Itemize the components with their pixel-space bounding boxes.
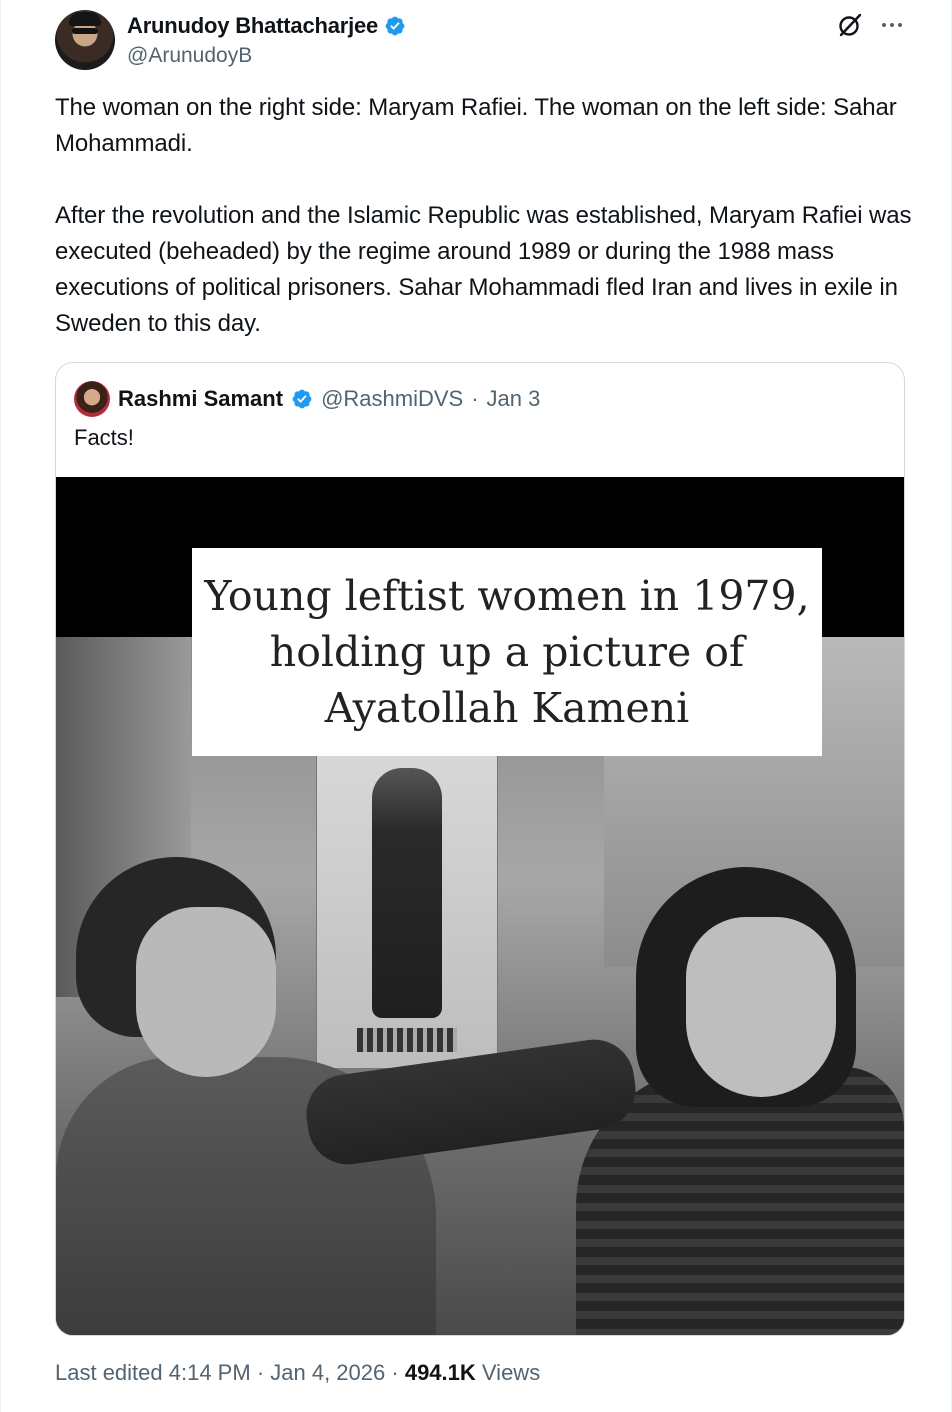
- avatar-glasses: [72, 28, 98, 34]
- quoted-author-display-name[interactable]: Rashmi Samant: [118, 386, 283, 412]
- grok-icon[interactable]: [837, 12, 863, 38]
- author-name-row: Arunudoy Bhattacharjee: [127, 13, 406, 39]
- quoted-author-handle[interactable]: @RashmiDVS: [321, 386, 463, 412]
- tweet-paragraph: The woman on the right side: Maryam Rafi…: [55, 94, 897, 157]
- views-count[interactable]: 494.1K: [405, 1360, 476, 1385]
- figure-face: [686, 917, 836, 1097]
- tweet-top-actions: [837, 12, 905, 38]
- figure-face: [136, 907, 276, 1077]
- media-caption-text: Young leftist women in 1979, holding up …: [204, 572, 810, 732]
- author-avatar[interactable]: [55, 10, 115, 70]
- avatar-hair: [69, 12, 101, 26]
- views-label: Views: [481, 1360, 541, 1385]
- author-handle[interactable]: @ArunudoyB: [127, 44, 252, 68]
- author-display-name[interactable]: Arunudoy Bhattacharjee: [127, 13, 378, 39]
- quoted-tweet-media[interactable]: Young leftist women in 1979, holding up …: [56, 477, 904, 1335]
- tweet-header: Arunudoy Bhattacharjee @ArunudoyB: [55, 10, 905, 72]
- separator-dot: ·: [471, 386, 479, 411]
- quoted-tweet-text: Facts!: [74, 425, 134, 450]
- quoted-author-avatar[interactable]: [74, 381, 110, 417]
- edited-timestamp[interactable]: Last edited 4:14 PM: [55, 1360, 251, 1385]
- verified-badge-icon: [292, 389, 312, 409]
- more-horizontal-icon[interactable]: [879, 12, 905, 38]
- quoted-tweet-date[interactable]: Jan 3: [487, 386, 541, 412]
- quoted-tweet-header: Rashmi Samant @RashmiDVS · Jan 3: [74, 381, 540, 417]
- separator-dot: ·: [391, 1360, 399, 1385]
- tweet-date[interactable]: Jan 4, 2026: [270, 1360, 385, 1385]
- verified-badge-icon: [385, 16, 405, 36]
- tweet-paragraph: After the revolution and the Islamic Rep…: [55, 202, 912, 337]
- tweet-detail: Arunudoy Bhattacharjee @ArunudoyB The wo…: [0, 0, 952, 1412]
- tweet-text: The woman on the right side: Maryam Rafi…: [55, 90, 915, 342]
- separator-dot: ·: [256, 1360, 265, 1385]
- tweet-footer: Last edited 4:14 PM · Jan 4, 2026 · 494.…: [55, 1360, 540, 1386]
- quoted-tweet[interactable]: Rashmi Samant @RashmiDVS · Jan 3 Facts!: [55, 362, 905, 1336]
- media-caption-box: Young leftist women in 1979, holding up …: [192, 548, 822, 756]
